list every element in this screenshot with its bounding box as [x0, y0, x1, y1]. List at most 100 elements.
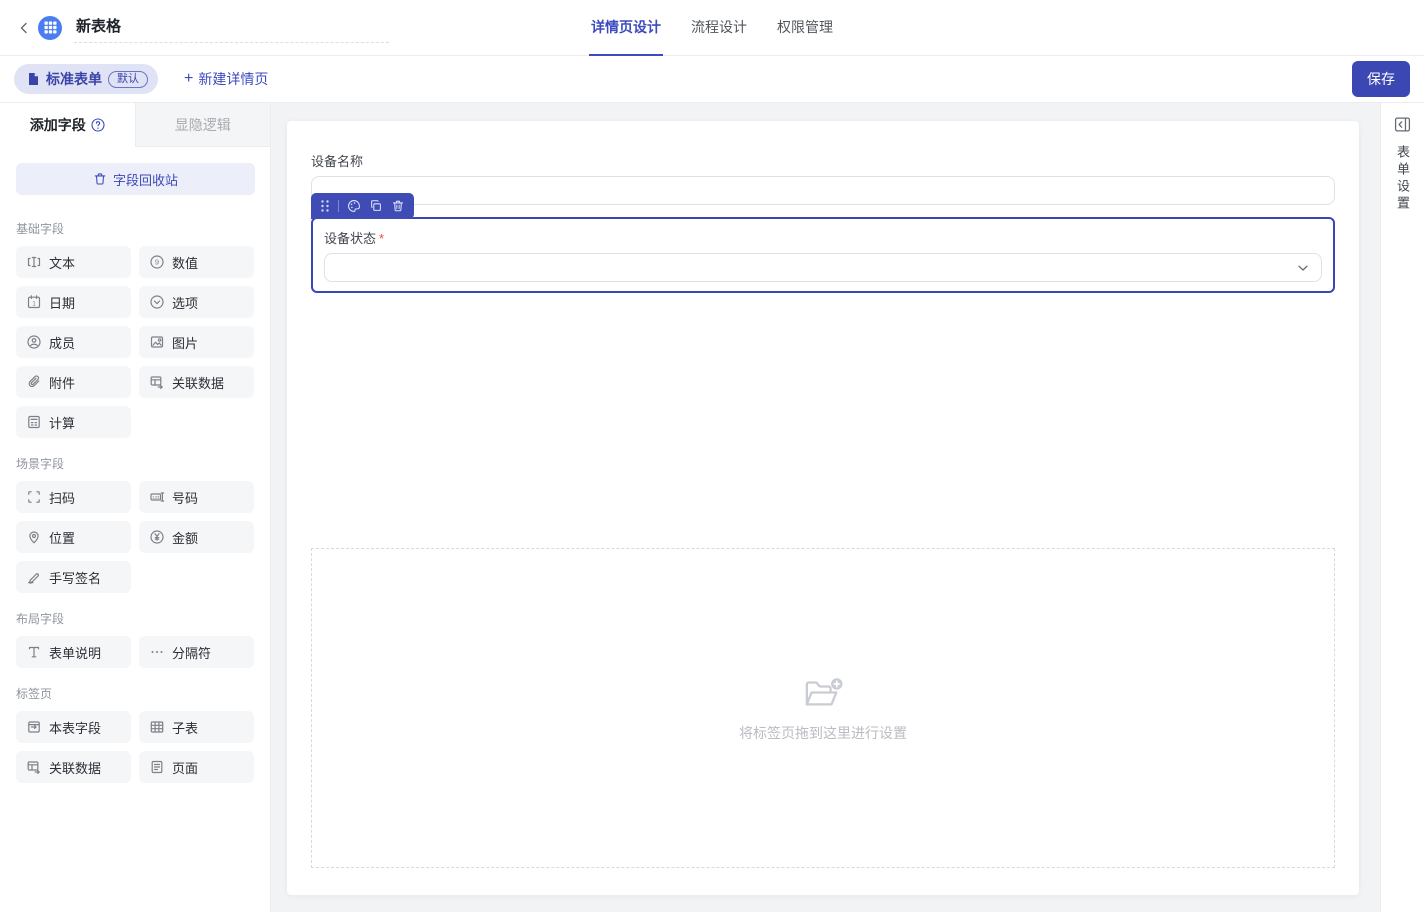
- field-chip-label: 子表: [172, 718, 198, 737]
- chevron-left-icon: [18, 22, 30, 34]
- field-chip-subtable[interactable]: 子表: [139, 711, 254, 743]
- tab-permission-management[interactable]: 权限管理: [775, 0, 835, 56]
- field-chip-money[interactable]: 金额: [139, 521, 254, 553]
- field-chip-label: 页面: [172, 758, 198, 777]
- form-field-device-name[interactable]: 设备名称: [311, 151, 1335, 205]
- field-chip-label: 文本: [49, 253, 75, 272]
- default-badge: 默认: [108, 71, 148, 88]
- field-chip-calculation[interactable]: 计算: [16, 406, 131, 438]
- member-icon: [26, 334, 42, 350]
- form-settings-toggle[interactable]: 表单设置: [1393, 145, 1412, 213]
- field-chip-label: 数值: [172, 253, 198, 272]
- svg-text:123: 123: [152, 495, 160, 500]
- date-icon: 1: [26, 294, 42, 310]
- section-title: 基础字段: [0, 211, 270, 246]
- field-chip-label: 计算: [49, 413, 75, 432]
- section-title: 布局字段: [0, 601, 270, 636]
- calculation-icon: [26, 414, 42, 430]
- field-recycle-bin-button[interactable]: 字段回收站: [16, 163, 255, 195]
- dropzone-hint: 将标签页拖到这里进行设置: [739, 723, 907, 743]
- document-icon: [26, 72, 40, 86]
- save-button[interactable]: 保存: [1352, 61, 1410, 97]
- sidebar-tab-visibility-logic[interactable]: 显隐逻辑: [135, 103, 271, 147]
- svg-text:1: 1: [32, 301, 36, 307]
- device-status-select[interactable]: [324, 253, 1322, 282]
- section-title: 场景字段: [0, 446, 270, 481]
- help-icon[interactable]: [91, 118, 105, 132]
- field-chip-phone[interactable]: 123号码: [139, 481, 254, 513]
- toolbar-divider: [338, 200, 339, 212]
- field-chip-location[interactable]: 位置: [16, 521, 131, 553]
- field-chip-form-text[interactable]: 表单说明: [16, 636, 131, 668]
- field-chip-date[interactable]: 1日期: [16, 286, 131, 318]
- field-chip-label: 分隔符: [172, 643, 211, 662]
- field-chip-label: 扫码: [49, 488, 75, 507]
- app-header: 新表格 详情页设计 流程设计 权限管理: [0, 0, 1424, 56]
- right-settings-strip: 表单设置: [1380, 103, 1424, 912]
- field-chip-relation[interactable]: 关联数据: [139, 366, 254, 398]
- field-chip-grid: 表单说明 分隔符: [0, 636, 270, 676]
- field-chip-grid: 文本 9 数值 1日期 选项成员 图片附件关联数据计算: [0, 246, 270, 446]
- drag-handle-icon[interactable]: [320, 199, 330, 213]
- phone-icon: 123: [149, 489, 165, 505]
- field-chip-member[interactable]: 成员: [16, 326, 131, 358]
- field-chip-label: 本表字段: [49, 718, 101, 737]
- standard-form-label: 标准表单: [46, 69, 102, 89]
- form-toolbar: 标准表单 默认 + 新建详情页 保存: [0, 56, 1424, 103]
- field-chip-this-table[interactable]: 本表字段: [16, 711, 131, 743]
- field-chip-image[interactable]: 图片: [139, 326, 254, 358]
- add-fields-label: 添加字段: [30, 115, 86, 135]
- copy-icon[interactable]: [369, 199, 383, 213]
- field-chip-text[interactable]: 文本: [16, 246, 131, 278]
- field-chip-page[interactable]: 页面: [139, 751, 254, 783]
- tab-page-dropzone[interactable]: 将标签页拖到这里进行设置: [311, 548, 1335, 868]
- tab-flow-design[interactable]: 流程设计: [689, 0, 749, 56]
- divider-icon: [149, 644, 165, 660]
- field-chip-label: 图片: [172, 333, 198, 352]
- field-chip-number[interactable]: 9 数值: [139, 246, 254, 278]
- form-card: 设备名称 设备状态*: [287, 121, 1359, 895]
- required-mark: *: [379, 231, 384, 246]
- field-chip-signature[interactable]: 手写签名: [16, 561, 131, 593]
- folder-plus-icon: [800, 673, 846, 711]
- field-chip-label: 手写签名: [49, 568, 101, 587]
- back-button[interactable]: [14, 18, 34, 38]
- device-name-input[interactable]: [311, 176, 1335, 205]
- tab-detail-page-design[interactable]: 详情页设计: [589, 0, 663, 56]
- field-chip-label: 位置: [49, 528, 75, 547]
- subtable-icon: [149, 719, 165, 735]
- relation-icon: [149, 374, 165, 390]
- palette-icon[interactable]: [347, 199, 361, 213]
- field-chip-relation[interactable]: 关联数据: [16, 751, 131, 783]
- standard-form-pill[interactable]: 标准表单 默认: [14, 64, 158, 94]
- field-chip-grid: 扫码 123号码位置 金额手写签名: [0, 481, 270, 601]
- form-field-device-status[interactable]: 设备状态*: [311, 217, 1335, 293]
- new-detail-page-button[interactable]: + 新建详情页: [184, 69, 268, 89]
- sidebar-tab-add-fields[interactable]: 添加字段: [0, 103, 135, 147]
- field-chip-label: 成员: [49, 333, 75, 352]
- field-sections: 基础字段文本9数值1日期选项成员图片附件关联数据计算场景字段扫码123号码位置金…: [0, 211, 270, 791]
- table-app-icon: [38, 16, 62, 40]
- location-icon: [26, 529, 42, 545]
- field-chip-option[interactable]: 选项: [139, 286, 254, 318]
- field-chip-scan[interactable]: 扫码: [16, 481, 131, 513]
- field-chip-label: 选项: [172, 293, 198, 312]
- field-chip-attachment[interactable]: 附件: [16, 366, 131, 398]
- page-title[interactable]: 新表格: [74, 12, 389, 43]
- header-tabs: 详情页设计 流程设计 权限管理: [589, 0, 835, 56]
- attachment-icon: [26, 374, 42, 390]
- field-library-sidebar: 添加字段 显隐逻辑 字段回收站 基础字段文本9数值1日期选项成员图片附件关联数据…: [0, 103, 271, 912]
- chevron-down-icon: [1297, 262, 1309, 274]
- signature-icon: [26, 569, 42, 585]
- expand-panel-icon[interactable]: [1394, 116, 1411, 133]
- relation-icon: [26, 759, 42, 775]
- image-icon: [149, 334, 165, 350]
- form-text-icon: [26, 644, 42, 660]
- field-chip-label: 关联数据: [49, 758, 101, 777]
- field-recycle-bin-label: 字段回收站: [113, 170, 178, 189]
- this-table-icon: [26, 719, 42, 735]
- svg-text:9: 9: [155, 258, 159, 267]
- field-chip-divider[interactable]: 分隔符: [139, 636, 254, 668]
- visibility-logic-label: 显隐逻辑: [175, 115, 231, 135]
- delete-icon[interactable]: [391, 199, 405, 213]
